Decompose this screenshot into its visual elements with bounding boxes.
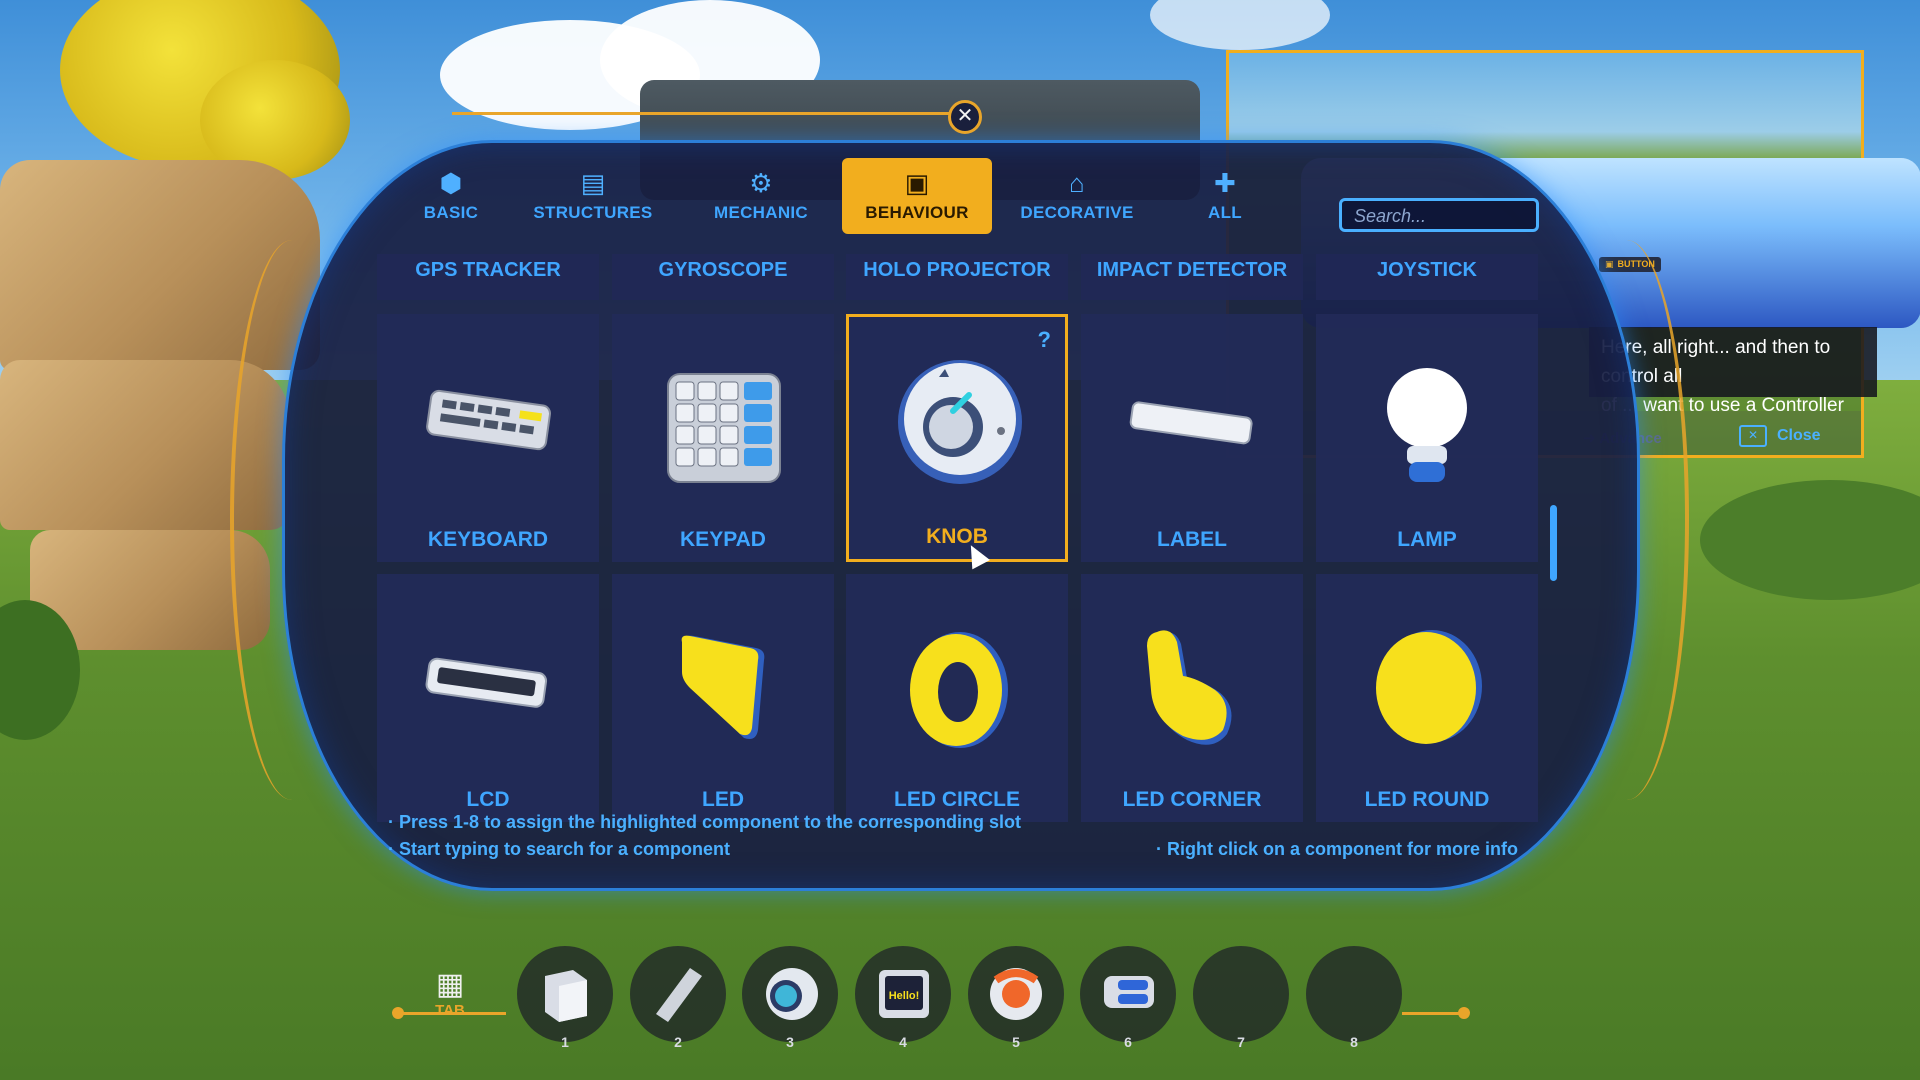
svg-text:Hello!: Hello!: [889, 990, 920, 1002]
component-holo-projector[interactable]: HOLO PROJECTOR: [846, 254, 1068, 300]
cube-block-icon: [545, 970, 587, 1022]
cylinder-icon: [656, 968, 702, 1022]
slot-number: 4: [899, 1034, 907, 1050]
led-circle-icon: [910, 632, 1008, 748]
lcd-icon: [425, 657, 548, 708]
component-keypad[interactable]: KEYPAD: [612, 314, 834, 562]
tab-structures[interactable]: ▤ STRUCTURES: [518, 160, 668, 232]
component-gps-tracker[interactable]: GPS TRACKER: [377, 254, 599, 300]
keypad-icon: [667, 373, 781, 483]
tab-all[interactable]: ✚ ALL: [1150, 160, 1300, 232]
slot-number: 3: [786, 1034, 794, 1050]
component-gyroscope[interactable]: GYROSCOPE: [612, 254, 834, 300]
led-round-icon: [1376, 630, 1482, 744]
slot-number: 6: [1124, 1034, 1132, 1050]
search-input[interactable]: Search...: [1339, 198, 1539, 232]
tab-basic[interactable]: ⬢ BASIC: [376, 160, 526, 232]
slot-number: 8: [1350, 1034, 1358, 1050]
slot-number: 2: [674, 1034, 682, 1050]
tab-key-button[interactable]: ▦ TAB: [416, 968, 484, 1038]
component-keyboard[interactable]: KEYBOARD: [377, 314, 599, 562]
component-impact-detector[interactable]: IMPACT DETECTOR: [1081, 254, 1303, 300]
tab-behaviour[interactable]: ▣ BEHAVIOUR: [842, 158, 992, 234]
hotbar-slot-8[interactable]: [1306, 946, 1402, 1042]
mechanic-icon: ⚙: [749, 168, 773, 198]
chip-icon: ▣: [904, 168, 930, 198]
close-inventory-button[interactable]: ✕: [948, 100, 982, 134]
hotbar-dot-left: [392, 1007, 404, 1019]
panel-top-line: [452, 112, 954, 115]
help-icon[interactable]: ?: [1038, 327, 1051, 353]
hint-search: · Start typing to search for a component: [388, 839, 731, 859]
scrollbar-thumb[interactable]: [1550, 505, 1557, 581]
hotbar-slot-6[interactable]: [1080, 946, 1176, 1042]
tutorial-close-button[interactable]: ✕ Close: [1739, 425, 1821, 447]
hotbar-slot-5[interactable]: [968, 946, 1064, 1042]
keyboard-icon: [426, 389, 551, 451]
sensor-icon: [766, 968, 818, 1020]
component-led-round[interactable]: LED ROUND: [1316, 574, 1538, 822]
slot-number: 1: [561, 1034, 569, 1050]
label-icon: [1129, 401, 1253, 445]
component-knob[interactable]: ? KNOB: [846, 314, 1068, 562]
decorative-icon: ⌂: [1068, 168, 1085, 198]
backspace-close-icon: ✕: [1739, 425, 1767, 447]
hotbar-slot-3[interactable]: [742, 946, 838, 1042]
slot-number: 5: [1012, 1034, 1020, 1050]
hotbar-line-right: [1402, 1012, 1466, 1015]
slot-number: 7: [1237, 1034, 1245, 1050]
hotbar-slot-7[interactable]: [1193, 946, 1289, 1042]
component-label[interactable]: LABEL: [1081, 314, 1303, 562]
cube-icon: ⬢: [439, 168, 463, 198]
component-led[interactable]: LED: [612, 574, 834, 822]
hint-assign-slot: · Press 1-8 to assign the highlighted co…: [388, 812, 1022, 832]
hotbar-slot-2[interactable]: [630, 946, 726, 1042]
knob-icon: [898, 360, 1022, 484]
hint-right-click-info: · Right click on a component for more in…: [1156, 839, 1519, 859]
structure-icon: ▤: [580, 168, 606, 198]
lamp-icon: [1387, 368, 1467, 482]
hotbar-slot-1[interactable]: [517, 946, 613, 1042]
screen-hello-icon: Hello!: [879, 970, 929, 1018]
grid-icon: ▦: [435, 968, 465, 1001]
component-led-corner[interactable]: LED CORNER: [1081, 574, 1303, 822]
component-lamp[interactable]: LAMP: [1316, 314, 1538, 562]
motor-icon: [990, 968, 1042, 1020]
hotbar-slot-4[interactable]: Hello!: [855, 946, 951, 1042]
component-lcd[interactable]: LCD: [377, 574, 599, 822]
component-joystick[interactable]: JOYSTICK: [1316, 254, 1538, 300]
close-icon: ✕: [956, 105, 974, 127]
tab-decorative[interactable]: ⌂ DECORATIVE: [1002, 160, 1152, 232]
led-icon: [681, 635, 765, 739]
all-icon: ✚: [1213, 168, 1237, 198]
led-corner-icon: [1147, 630, 1232, 745]
component-led-circle[interactable]: LED CIRCLE: [846, 574, 1068, 822]
magnet-icon: [1104, 976, 1154, 1008]
hotbar-dot-right: [1458, 1007, 1470, 1019]
tab-mechanic[interactable]: ⚙ MECHANIC: [686, 160, 836, 232]
